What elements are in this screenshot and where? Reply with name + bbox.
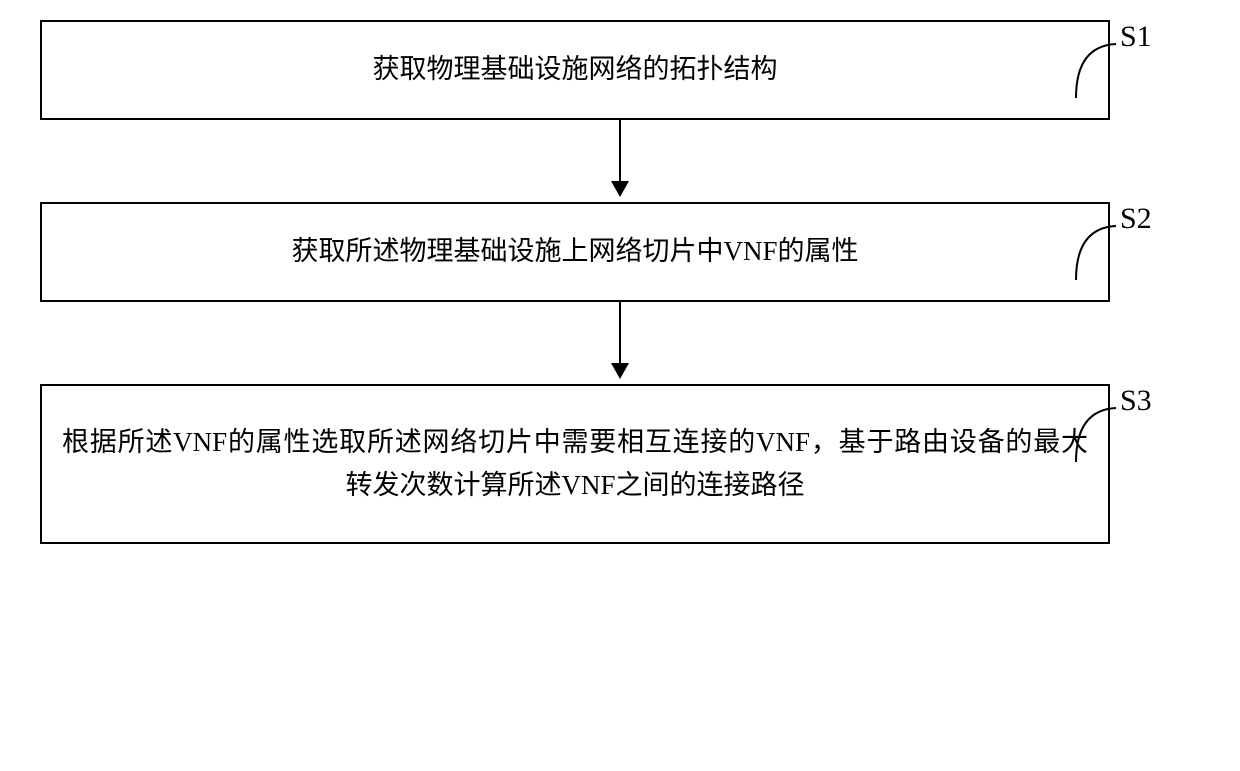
step-label-text-s3: S3 [1120,384,1152,417]
connector-curve-icon [1074,222,1118,282]
step-row-2: 获取所述物理基础设施上网络切片中VNF的属性 S2 [40,202,1200,302]
flowchart: 获取物理基础设施网络的拓扑结构 S1 获取所述物理基础设施上网络切片中VNF的属… [40,20,1200,544]
step-label-s2: S2 [1110,202,1200,236]
arrow-1 [611,120,629,202]
step-box-s1: 获取物理基础设施网络的拓扑结构 [40,20,1110,120]
step-row-3: 根据所述VNF的属性选取所述网络切片中需要相互连接的VNF，基于路由设备的最大转… [40,384,1200,544]
arrow-line [619,120,621,182]
arrow-line [619,302,621,364]
step-label-s1: S1 [1110,20,1200,54]
arrow-head-icon [611,363,629,379]
step-text-s2: 获取所述物理基础设施上网络切片中VNF的属性 [291,230,858,273]
connector-curve-icon [1074,40,1118,100]
step-text-s3: 根据所述VNF的属性选取所述网络切片中需要相互连接的VNF，基于路由设备的最大转… [62,421,1088,507]
step-row-1: 获取物理基础设施网络的拓扑结构 S1 [40,20,1200,120]
arrow-2 [611,302,629,384]
step-label-text-s2: S2 [1120,202,1152,235]
connector-curve-icon [1074,404,1118,464]
step-label-text-s1: S1 [1120,20,1152,53]
step-label-s3: S3 [1110,384,1200,418]
arrow-head-icon [611,181,629,197]
step-text-s1: 获取物理基础设施网络的拓扑结构 [373,48,778,91]
step-box-s3: 根据所述VNF的属性选取所述网络切片中需要相互连接的VNF，基于路由设备的最大转… [40,384,1110,544]
step-box-s2: 获取所述物理基础设施上网络切片中VNF的属性 [40,202,1110,302]
